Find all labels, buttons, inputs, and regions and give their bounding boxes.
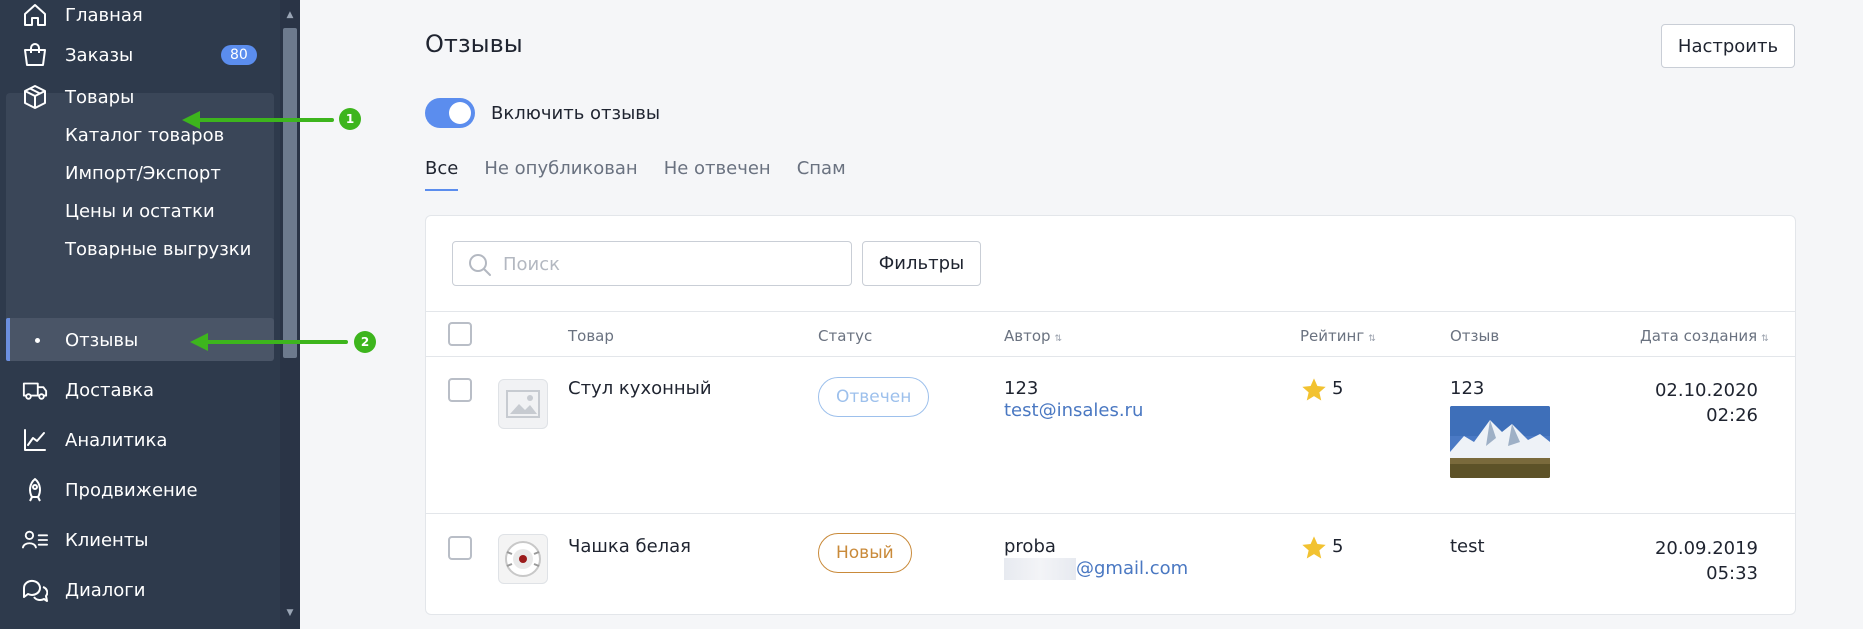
created-date: 02.10.2020 02:26 xyxy=(1482,378,1758,428)
sidebar: Главная Заказы 80 Товары Каталог товаров… xyxy=(0,0,300,629)
created-date-time: 02:26 xyxy=(1706,405,1758,426)
sidebar-item-label: Аналитика xyxy=(65,429,168,451)
chat-icon xyxy=(22,577,48,603)
bullet-icon xyxy=(35,337,40,343)
page-title: Отзывы xyxy=(425,30,523,58)
sidebar-item-home[interactable]: Главная xyxy=(0,0,280,35)
sidebar-item-label: Главная xyxy=(65,4,143,26)
review-tabs: Все Не опубликован Не отвечен Спам xyxy=(425,158,846,191)
sidebar-item-clients[interactable]: Клиенты xyxy=(0,520,280,560)
bag-icon xyxy=(22,42,48,68)
sidebar-item-delivery[interactable]: Доставка xyxy=(0,370,280,410)
author-email-domain: @gmail.com xyxy=(1076,558,1189,579)
sidebar-item-label: Товары xyxy=(65,86,135,108)
created-date: 20.09.2019 05:33 xyxy=(1482,536,1758,586)
rocket-icon xyxy=(22,477,48,503)
star-icon xyxy=(1302,378,1326,401)
sort-icon: ⇅ xyxy=(1368,334,1376,344)
column-header-label: Автор xyxy=(1004,327,1051,345)
author-email[interactable]: @gmail.com xyxy=(1004,558,1188,580)
review-text: 123 xyxy=(1450,378,1485,399)
tab-unanswered[interactable]: Не отвечен xyxy=(664,158,771,191)
status-badge: Отвечен xyxy=(818,377,930,417)
sort-icon: ⇅ xyxy=(1761,334,1769,344)
column-header-author[interactable]: Автор ⇅ xyxy=(1004,327,1062,345)
sidebar-item-orders[interactable]: Заказы 80 xyxy=(0,35,280,75)
row-checkbox[interactable] xyxy=(448,536,472,560)
home-icon xyxy=(22,2,48,28)
toggle-knob xyxy=(449,102,471,124)
scroll-down-icon[interactable]: ▼ xyxy=(283,606,297,620)
enable-reviews-toggle[interactable] xyxy=(425,98,475,128)
scroll-up-icon[interactable]: ▲ xyxy=(283,8,297,22)
settings-button[interactable]: Настроить xyxy=(1661,24,1795,68)
sidebar-scroll-thumb[interactable] xyxy=(283,28,297,358)
enable-reviews-label: Включить отзывы xyxy=(491,103,661,124)
sidebar-item-dialogs[interactable]: Диалоги xyxy=(0,570,280,610)
sidebar-item-analytics[interactable]: Аналитика xyxy=(0,420,280,460)
sidebar-subitem-product-exports[interactable]: Товарные выгрузки xyxy=(0,229,280,269)
clients-icon xyxy=(22,527,48,553)
sidebar-subitem-label: Цены и остатки xyxy=(65,200,215,222)
sidebar-item-label: Продвижение xyxy=(65,479,198,501)
sidebar-subitem-label: Импорт/Экспорт xyxy=(65,162,221,184)
table-header: Товар Статус Автор ⇅ Рейтинг ⇅ Отзыв Дата … xyxy=(426,311,1795,357)
sidebar-item-label: Заказы xyxy=(65,44,134,66)
created-date-day: 20.09.2019 xyxy=(1654,538,1758,559)
sidebar-subitem-label: Товарные выгрузки xyxy=(65,238,252,260)
main-content: Отзывы Настроить Включить отзывы Все Не … xyxy=(300,0,1863,629)
cup-image-icon xyxy=(505,541,541,577)
author-name: proba xyxy=(1004,536,1056,557)
table-row[interactable]: Чашка белая Новый proba @gmail.com 5 tes… xyxy=(426,514,1795,614)
search-input[interactable]: Поиск xyxy=(452,241,852,286)
status-badge: Новый xyxy=(818,533,912,573)
product-name[interactable]: Стул кухонный xyxy=(568,378,712,399)
created-date-day: 02.10.2020 xyxy=(1654,380,1758,401)
box-icon xyxy=(22,84,48,110)
column-header-label: Дата создания xyxy=(1640,327,1758,345)
sidebar-item-label: Диалоги xyxy=(65,579,146,601)
orders-count-badge: 80 xyxy=(221,45,257,65)
reviews-card: Поиск Фильтры Товар Статус Автор ⇅ Рейтин… xyxy=(425,215,1796,615)
search-placeholder: Поиск xyxy=(503,254,561,275)
truck-icon xyxy=(22,377,48,403)
created-date-time: 05:33 xyxy=(1706,563,1758,584)
review-text: test xyxy=(1450,536,1485,557)
image-placeholder-icon xyxy=(506,390,540,418)
column-header-status: Статус xyxy=(818,327,873,345)
column-header-label: Рейтинг xyxy=(1300,327,1365,345)
redacted-text xyxy=(1004,558,1076,580)
column-header-rating[interactable]: Рейтинг ⇅ xyxy=(1300,327,1376,345)
tab-unpublished[interactable]: Не опубликован xyxy=(484,158,637,191)
row-checkbox[interactable] xyxy=(448,378,472,402)
column-header-review: Отзыв xyxy=(1450,327,1500,345)
product-thumbnail xyxy=(498,534,548,584)
sort-icon: ⇅ xyxy=(1054,334,1063,344)
column-header-created[interactable]: Дата создания ⇅ xyxy=(1640,327,1769,345)
tab-all[interactable]: Все xyxy=(425,158,459,191)
sidebar-subitem-prices-stock[interactable]: Цены и остатки xyxy=(0,191,280,231)
sidebar-item-label: Доставка xyxy=(65,379,154,401)
sidebar-item-promotion[interactable]: Продвижение xyxy=(0,470,280,510)
select-all-checkbox[interactable] xyxy=(448,322,472,346)
sidebar-item-label: Клиенты xyxy=(65,529,149,551)
rating-value: 5 xyxy=(1332,536,1344,557)
filters-button[interactable]: Фильтры xyxy=(862,241,981,286)
sidebar-subitem-import-export[interactable]: Импорт/Экспорт xyxy=(0,153,280,193)
column-header-product: Товар xyxy=(568,327,614,345)
author-name: 123 xyxy=(1004,378,1039,399)
sidebar-subitem-label: Отзывы xyxy=(65,329,139,351)
chart-icon xyxy=(22,427,48,453)
star-icon xyxy=(1302,536,1326,559)
search-icon xyxy=(467,252,493,278)
author-email[interactable]: test@insales.ru xyxy=(1004,400,1143,421)
product-thumbnail xyxy=(498,379,548,429)
table-row[interactable]: Стул кухонный Отвечен 123 test@insales.r… xyxy=(426,357,1795,514)
rating-value: 5 xyxy=(1332,378,1344,399)
product-name[interactable]: Чашка белая xyxy=(568,536,691,557)
tab-spam[interactable]: Спам xyxy=(797,158,846,191)
